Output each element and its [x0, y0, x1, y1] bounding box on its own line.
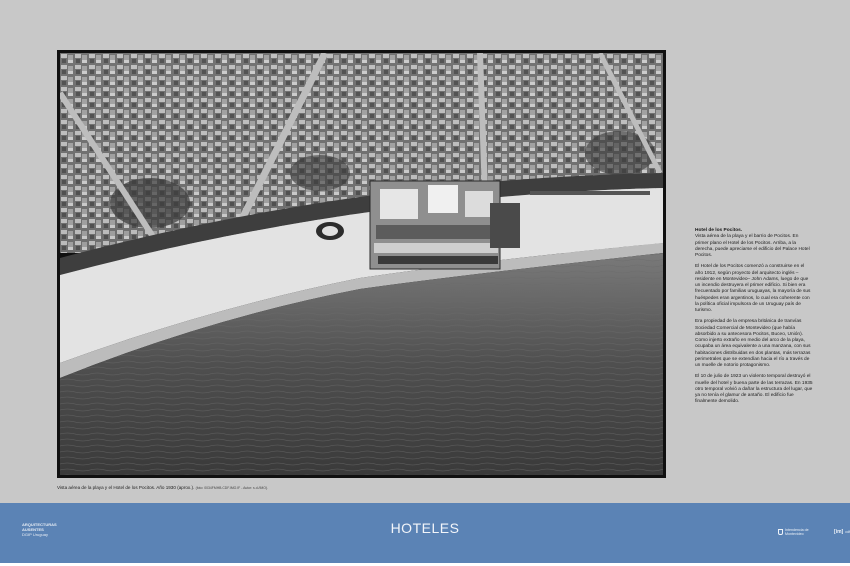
logo-b-mark: [im] — [834, 529, 844, 535]
article-paragraph-2: Era propiedad de la empresa británica de… — [695, 319, 811, 368]
logo-a-text: Intendencia de Montevideo — [784, 528, 809, 536]
article-text: Hotel de los Pocitos. Vista aérea de la … — [695, 228, 813, 411]
photo-caption: Vista aérea de la playa y el Hotel de lo… — [57, 485, 677, 490]
article-paragraph-1: El Hotel de los Pocitos comenzó a constr… — [695, 264, 811, 313]
sponsor-logos: Intendencia de Montevideo [im] cdf — [778, 528, 850, 536]
article-intro: Hotel de los Pocitos. Vista aérea de la … — [695, 228, 813, 259]
aerial-photo-image — [60, 53, 663, 475]
shield-icon — [778, 529, 783, 535]
article-intro-text: Vista aérea de la playa y el barrio de P… — [695, 234, 810, 258]
section-title: HOTELES — [390, 520, 460, 536]
logo-b-text: cdf — [845, 530, 850, 534]
footer-bar: ARQUITECTURAS AUSENTES DGIP Uruguay HOTE… — [0, 503, 850, 563]
caption-main: Vista aérea de la playa y el Hotel de lo… — [57, 485, 195, 490]
exhibition-panel: Vista aérea de la playa y el Hotel de lo… — [0, 0, 850, 503]
cdf-logo: [im] cdf — [834, 529, 850, 535]
aerial-photo — [60, 53, 663, 475]
article-paragraph-3: El 10 de julio de 1923 un violento tempo… — [695, 374, 813, 405]
intendencia-logo: Intendencia de Montevideo — [778, 528, 828, 536]
caption-credit: (foto: 0034FMHB.CDF.IMO.IF - Autor: s.d.… — [195, 486, 268, 490]
photo-frame — [57, 50, 666, 478]
